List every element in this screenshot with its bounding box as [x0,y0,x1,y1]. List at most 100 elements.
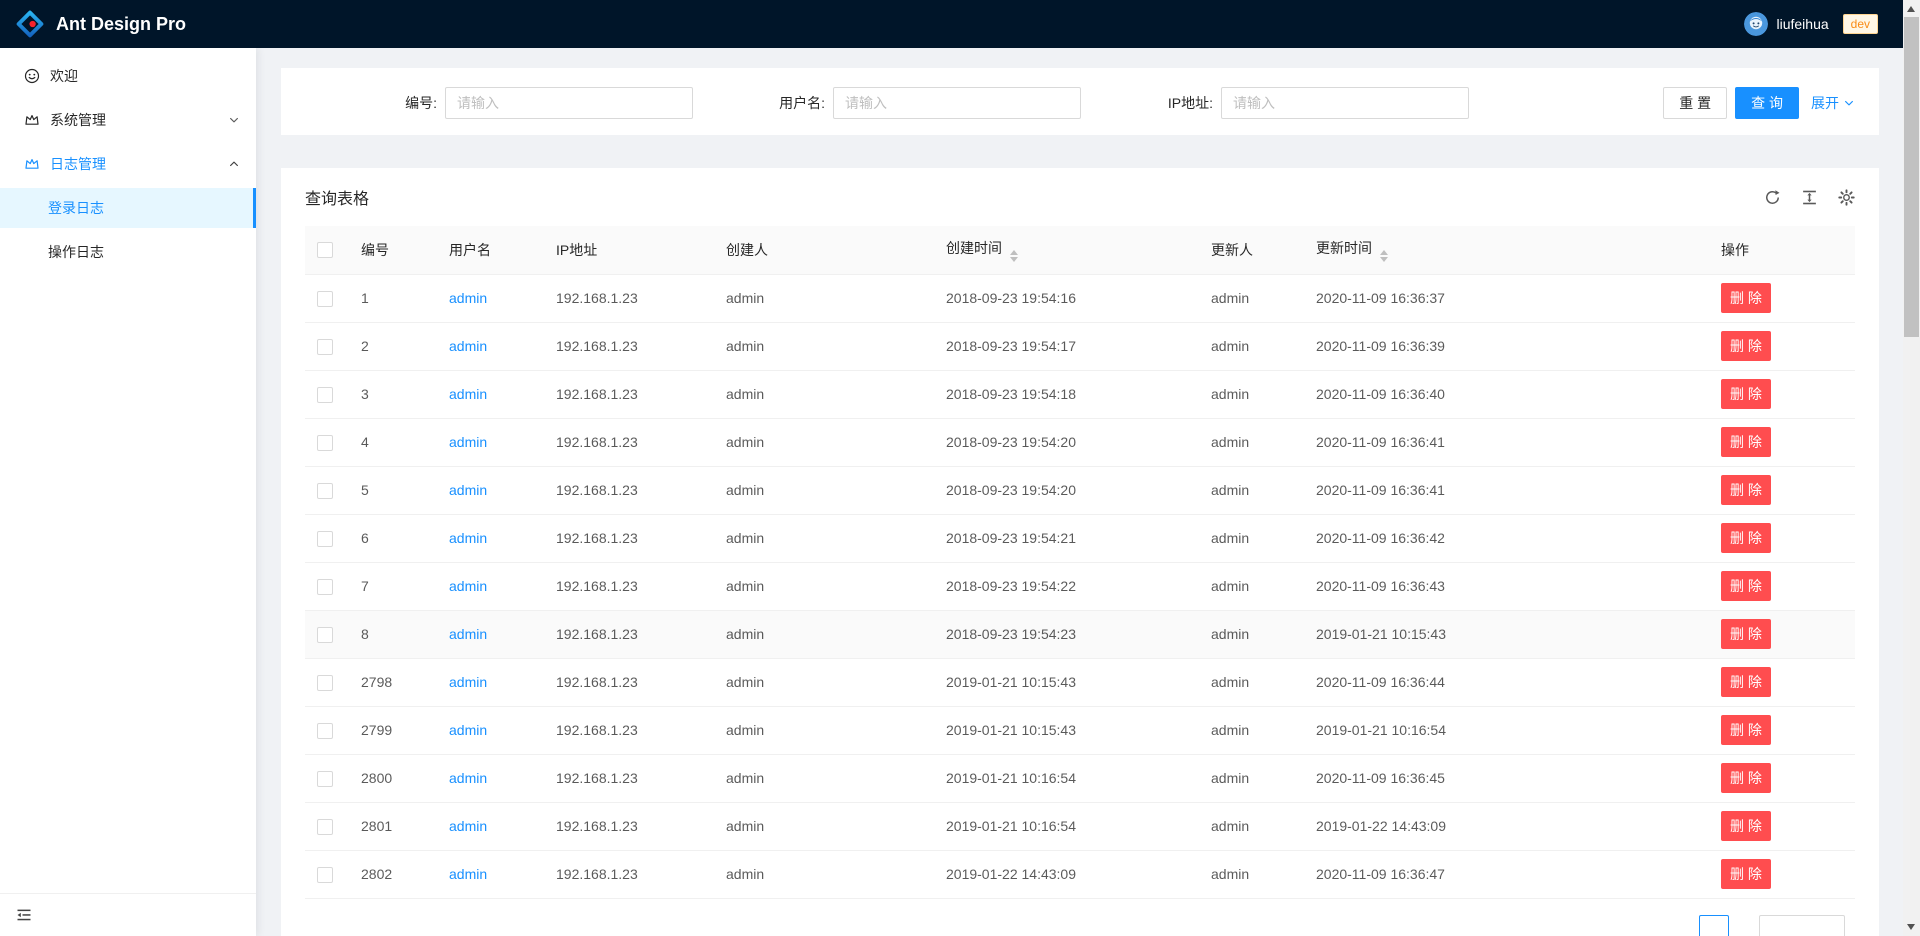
scroll-down-arrow-icon[interactable] [1907,924,1915,930]
delete-button[interactable]: 删 除 [1721,859,1771,889]
cell-updater: admin [1195,562,1300,610]
cell-created-time: 2018-09-23 19:54:17 [930,322,1195,370]
row-checkbox[interactable] [317,339,333,355]
expand-link[interactable]: 展开 [1811,93,1855,113]
sorter-icon[interactable] [1380,250,1388,262]
username-link[interactable]: admin [449,338,487,354]
pagination-page-1-button[interactable] [1699,915,1729,936]
table-header-row: 编号 用户名 IP地址 创建人 创建时间 更新人 更新时间 操作 [305,226,1855,274]
scrollbar-thumb[interactable] [1904,17,1919,337]
row-checkbox[interactable] [317,483,333,499]
delete-button[interactable]: 删 除 [1721,763,1771,793]
delete-button[interactable]: 删 除 [1721,571,1771,601]
cell-id: 1 [345,274,433,322]
cell-updater: admin [1195,370,1300,418]
vertical-scrollbar[interactable] [1903,0,1920,936]
reset-button[interactable]: 重 置 [1663,87,1727,119]
col-header-updater: 更新人 [1195,226,1300,274]
cell-updated-time: 2020-11-09 16:36:42 [1300,514,1705,562]
app-title: Ant Design Pro [56,14,186,35]
row-checkbox[interactable] [317,675,333,691]
col-header-created-time[interactable]: 创建时间 [930,226,1195,274]
delete-button[interactable]: 删 除 [1721,619,1771,649]
username-input[interactable] [833,87,1081,119]
sorter-icon[interactable] [1010,250,1018,262]
cell-updater: admin [1195,514,1300,562]
row-checkbox[interactable] [317,771,333,787]
sidebar-item-label: 系统管理 [50,110,106,130]
username-link[interactable]: admin [449,434,487,450]
delete-button[interactable]: 删 除 [1721,283,1771,313]
settings-gear-icon[interactable] [1838,189,1855,206]
delete-button[interactable]: 删 除 [1721,811,1771,841]
filter-label-username: 用户名: [693,93,833,113]
row-checkbox-cell [305,322,345,370]
search-button[interactable]: 查 询 [1735,87,1799,119]
row-checkbox[interactable] [317,387,333,403]
username-link[interactable]: admin [449,722,487,738]
cell-creator: admin [710,754,930,802]
username-link[interactable]: admin [449,674,487,690]
username-link[interactable]: admin [449,290,487,306]
row-checkbox[interactable] [317,627,333,643]
username-link[interactable]: admin [449,866,487,882]
row-checkbox[interactable] [317,435,333,451]
col-header-updated-time[interactable]: 更新时间 [1300,226,1705,274]
username-link[interactable]: admin [449,578,487,594]
user-name[interactable]: liufeihua [1776,16,1828,32]
sidebar-item-system-management[interactable]: 系统管理 [0,100,256,140]
page-size-select[interactable] [1759,915,1845,936]
table-row: 4 admin 192.168.1.23 admin 2018-09-23 19… [305,418,1855,466]
row-checkbox[interactable] [317,291,333,307]
cell-creator: admin [710,706,930,754]
ip-input[interactable] [1221,87,1469,119]
cell-id: 2802 [345,850,433,898]
cell-created-time: 2018-09-23 19:54:22 [930,562,1195,610]
main-content: 编号: 用户名: IP地址: 重 置 查 询 展开 [256,48,1920,936]
cell-creator: admin [710,658,930,706]
select-all-checkbox[interactable] [317,242,333,258]
cell-created-time: 2018-09-23 19:54:20 [930,418,1195,466]
cell-creator: admin [710,274,930,322]
username-link[interactable]: admin [449,818,487,834]
sidebar-item-login-log[interactable]: 登录日志 [0,188,256,228]
delete-button[interactable]: 删 除 [1721,331,1771,361]
reload-icon[interactable] [1764,189,1781,206]
col-header-ip: IP地址 [540,226,710,274]
username-link[interactable]: admin [449,770,487,786]
username-link[interactable]: admin [449,530,487,546]
username-link[interactable]: admin [449,482,487,498]
delete-button[interactable]: 删 除 [1721,475,1771,505]
menu-fold-icon[interactable] [16,907,32,923]
table-row: 2 admin 192.168.1.23 admin 2018-09-23 19… [305,322,1855,370]
delete-button[interactable]: 删 除 [1721,427,1771,457]
row-checkbox[interactable] [317,723,333,739]
scroll-up-arrow-icon[interactable] [1907,6,1915,12]
row-checkbox[interactable] [317,579,333,595]
density-icon[interactable] [1801,189,1818,206]
logo[interactable]: Ant Design Pro [16,10,186,38]
delete-button[interactable]: 删 除 [1721,667,1771,697]
sidebar-item-operation-log[interactable]: 操作日志 [0,232,256,272]
user-avatar[interactable] [1744,12,1768,36]
username-link[interactable]: admin [449,386,487,402]
row-checkbox[interactable] [317,531,333,547]
row-checkbox-cell [305,658,345,706]
cell-updater: admin [1195,274,1300,322]
cell-actions: 删 除 [1705,418,1855,466]
delete-button[interactable]: 删 除 [1721,379,1771,409]
sidebar-item-log-management[interactable]: 日志管理 [0,144,256,184]
row-checkbox[interactable] [317,867,333,883]
cell-id: 3 [345,370,433,418]
username-link[interactable]: admin [449,626,487,642]
id-input[interactable] [445,87,693,119]
col-header-username: 用户名 [433,226,540,274]
cell-actions: 删 除 [1705,322,1855,370]
delete-button[interactable]: 删 除 [1721,523,1771,553]
sidebar-item-welcome[interactable]: 欢迎 [0,56,256,96]
cell-username: admin [433,850,540,898]
delete-button[interactable]: 删 除 [1721,715,1771,745]
row-checkbox[interactable] [317,819,333,835]
cell-created-time: 2019-01-21 10:15:43 [930,706,1195,754]
cell-created-time: 2018-09-23 19:54:20 [930,466,1195,514]
